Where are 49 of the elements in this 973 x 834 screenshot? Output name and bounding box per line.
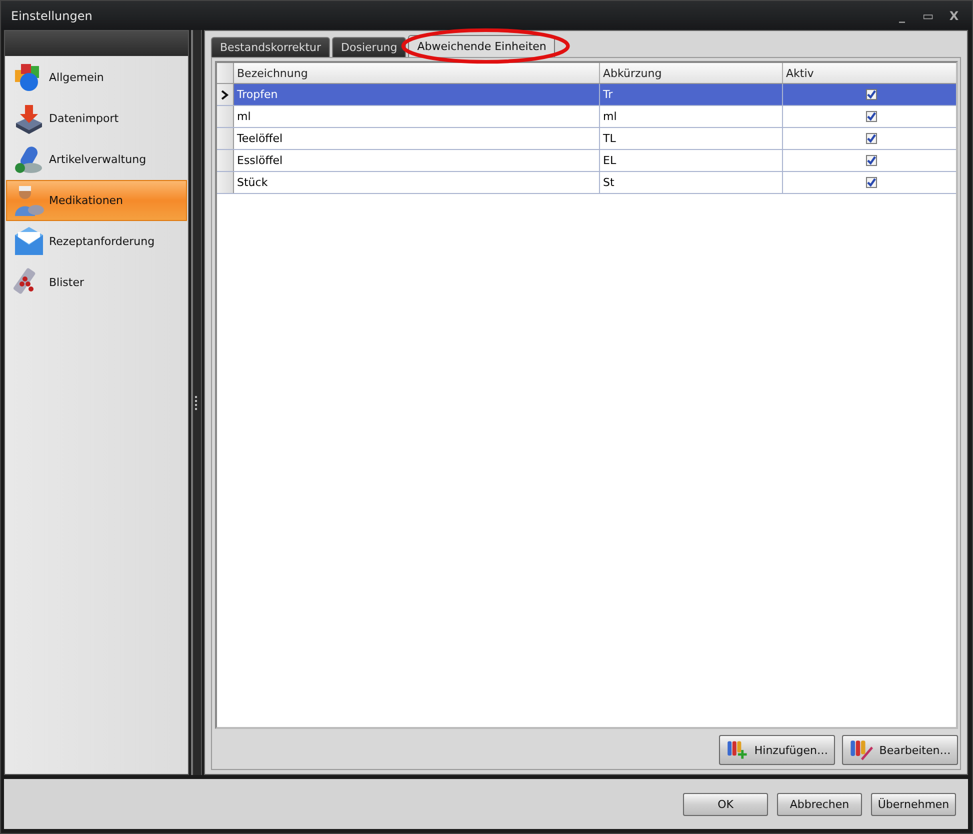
sidebar-item[interactable]: Datenimport xyxy=(6,98,187,139)
table-cell: Teelöffel xyxy=(234,128,600,149)
ok-button[interactable]: OK xyxy=(683,792,768,816)
apply-button[interactable]: Übernehmen xyxy=(871,792,956,816)
tray-arrow-icon xyxy=(13,102,45,134)
checkbox[interactable] xyxy=(866,111,876,122)
table-row[interactable]: ml ml xyxy=(217,106,956,128)
checkbox[interactable] xyxy=(866,177,876,188)
table-row[interactable]: Stück St xyxy=(217,172,956,194)
capsule-icon xyxy=(13,144,45,176)
tab[interactable]: Dosierung xyxy=(332,37,406,57)
tab[interactable]: Bestandskorrektur xyxy=(211,37,330,57)
cancel-button[interactable]: Abbrechen xyxy=(777,792,862,816)
table-row[interactable]: Tropfen Tr xyxy=(217,84,956,106)
table-row[interactable]: Teelöffel TL xyxy=(217,128,956,150)
sidebar-item[interactable]: Blister xyxy=(6,262,187,303)
table-cell: Tr xyxy=(600,84,783,105)
checkbox[interactable] xyxy=(866,155,876,166)
table-cell: ml xyxy=(600,106,783,127)
table-cell: Stück xyxy=(234,172,600,193)
table-cell: Tropfen xyxy=(234,84,600,105)
doctor-icon xyxy=(13,184,45,216)
row-pointer-icon xyxy=(221,90,229,100)
column-header[interactable]: Aktiv xyxy=(783,63,956,83)
sidebar-item[interactable]: Allgemein xyxy=(6,57,187,98)
envelope-icon xyxy=(13,226,45,258)
add-button[interactable]: Hinzufügen… xyxy=(719,735,835,765)
table-cell: ml xyxy=(234,106,600,127)
splitter-handle[interactable] xyxy=(191,30,202,775)
sidebar-item[interactable]: Artikelverwaltung xyxy=(6,139,187,180)
column-header[interactable]: Abkürzung xyxy=(600,63,783,83)
maximize-button[interactable]: ▭ xyxy=(918,8,938,22)
checkbox[interactable] xyxy=(866,89,876,100)
table-row[interactable]: Esslöffel EL xyxy=(217,150,956,172)
table-cell: EL xyxy=(600,150,783,171)
minimize-button[interactable]: _ xyxy=(892,8,912,22)
sidebar-item[interactable]: Rezeptanforderung xyxy=(6,221,187,262)
test-tubes-pencil-icon xyxy=(849,738,874,762)
checkbox[interactable] xyxy=(866,133,876,144)
column-header[interactable]: Bezeichnung xyxy=(234,63,600,83)
window-title: Einstellungen xyxy=(11,8,92,22)
table-cell: St xyxy=(600,172,783,193)
edit-button[interactable]: Bearbeiten… xyxy=(842,735,958,765)
table-cell: TL xyxy=(600,128,783,149)
table-cell: Esslöffel xyxy=(234,150,600,171)
sidebar-item[interactable]: Medikationen xyxy=(6,180,187,221)
test-tubes-plus-icon xyxy=(726,738,748,762)
tab[interactable]: Abweichende Einheiten xyxy=(408,35,556,57)
close-button[interactable]: X xyxy=(944,8,964,22)
